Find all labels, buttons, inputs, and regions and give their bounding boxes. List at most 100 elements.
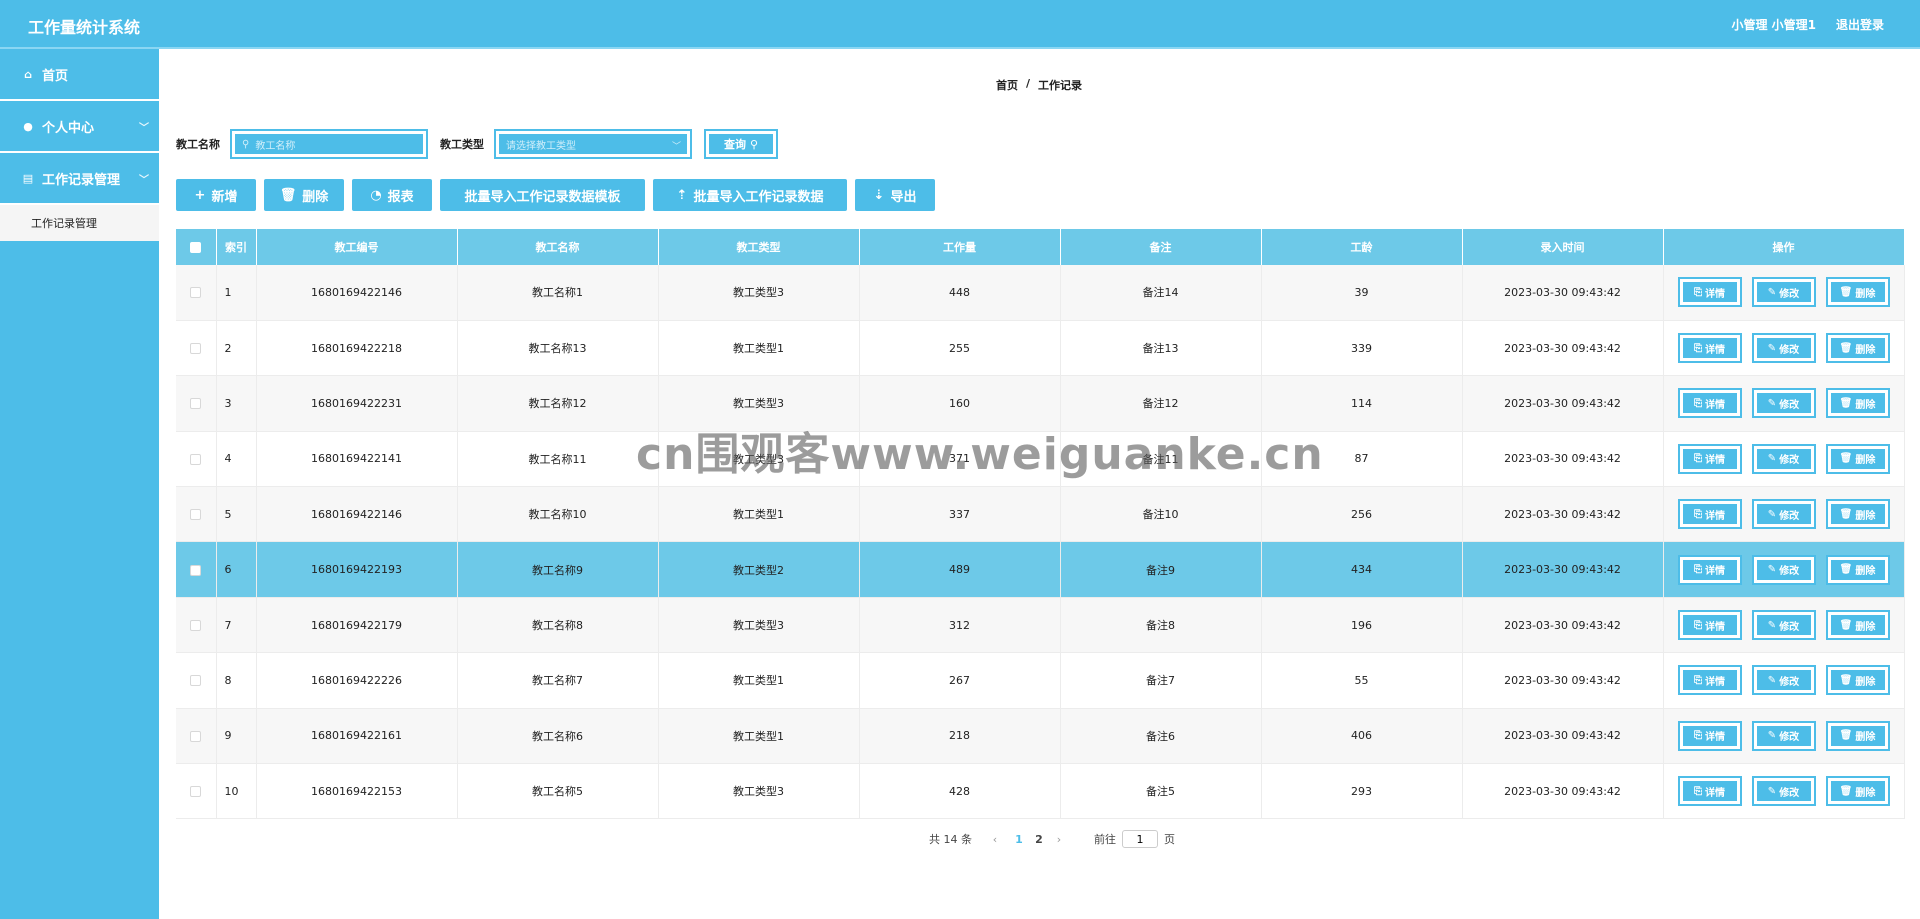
delete-row-button[interactable]: 🗑 删除 [1825, 499, 1890, 530]
delete-row-button[interactable]: 🗑 删除 [1825, 720, 1890, 751]
add-button[interactable]: + 新增 [176, 179, 256, 211]
row-select-cell[interactable] [176, 375, 217, 432]
detail-button[interactable]: ⎘ 详情 [1677, 554, 1742, 585]
sidebar-item-personal-center[interactable]: ● 个人中心 ﹀ [0, 101, 159, 153]
trash-icon: 🗑 [1839, 674, 1853, 686]
delete-row-button[interactable]: 🗑 删除 [1825, 333, 1890, 364]
table-cell: 218 [859, 708, 1061, 765]
detail-button[interactable]: ⎘ 详情 [1677, 720, 1742, 751]
detail-button[interactable]: ⎘ 详情 [1677, 277, 1742, 308]
table-row[interactable]: 4 1680169422141 教工名称11 教工类型3 371 备注11 87 2023-0… [176, 431, 1905, 488]
edit-button[interactable]: ✎ 修改 [1751, 388, 1816, 419]
chevron-down-icon: ﹀ [139, 175, 149, 186]
detail-icon: ⎘ [1694, 397, 1702, 409]
select-all-header[interactable] [176, 229, 217, 265]
table-cell: 1680169422161 [256, 708, 458, 765]
row-checkbox[interactable] [190, 786, 202, 798]
row-select-cell[interactable] [176, 320, 217, 377]
table-row[interactable]: 3 1680169422231 教工名称12 教工类型3 160 备注12 114 2023-… [176, 375, 1905, 432]
row-checkbox[interactable] [190, 620, 202, 632]
page-button[interactable]: 2 [1030, 833, 1048, 846]
table-row[interactable]: 7 1680169422179 教工名称8 教工类型3 312 备注8 196 2023-03… [176, 597, 1905, 654]
edit-button[interactable]: ✎ 修改 [1751, 277, 1816, 308]
table-row[interactable]: 10 1680169422153 教工名称5 教工类型3 428 备注5 293 2023-0… [176, 763, 1905, 820]
detail-button[interactable]: ⎘ 详情 [1677, 610, 1742, 641]
select-all-checkbox[interactable] [190, 242, 202, 253]
delete-row-button[interactable]: 🗑 删除 [1825, 443, 1890, 474]
row-checkbox[interactable] [190, 343, 202, 355]
row-select-cell[interactable] [176, 708, 217, 765]
table-cell: 备注6 [1060, 708, 1262, 765]
row-select-cell[interactable] [176, 652, 217, 709]
row-select-cell[interactable] [176, 431, 217, 488]
name-label: 教工名称 [176, 138, 220, 151]
type-select[interactable]: 请选择教工类型 ﹀ [494, 129, 692, 159]
delete-row-button[interactable]: 🗑 删除 [1825, 665, 1890, 696]
search-icon: ⚲ [749, 137, 759, 151]
goto-page-input[interactable] [1122, 830, 1158, 848]
detail-button[interactable]: ⎘ 详情 [1677, 665, 1742, 696]
edit-button[interactable]: ✎ 修改 [1751, 443, 1816, 474]
delete-button-label: 删除 [302, 189, 329, 205]
edit-button[interactable]: ✎ 修改 [1751, 665, 1816, 696]
row-checkbox[interactable] [190, 509, 202, 521]
table-row[interactable]: 2 1680169422218 教工名称13 教工类型1 255 备注13 339 2023-… [176, 320, 1905, 377]
query-button[interactable]: 查询 ⚲ [704, 129, 778, 159]
table-cell: 406 [1261, 708, 1463, 765]
table-row[interactable]: 6 1680169422193 教工名称9 教工类型2 489 备注9 434 2023-03… [176, 541, 1905, 598]
table-row[interactable]: 8 1680169422226 教工名称7 教工类型1 267 备注7 55 2023-03-… [176, 652, 1905, 709]
export-button[interactable]: ⇣ 导出 [855, 179, 935, 211]
detail-button[interactable]: ⎘ 详情 [1677, 388, 1742, 419]
edit-button[interactable]: ✎ 修改 [1751, 333, 1816, 364]
trash-icon: 🗑 [1839, 286, 1853, 298]
report-button[interactable]: ◔ 报表 [352, 179, 432, 211]
row-select-cell[interactable] [176, 265, 217, 321]
detail-button[interactable]: ⎘ 详情 [1677, 499, 1742, 530]
delete-row-button[interactable]: 🗑 删除 [1825, 277, 1890, 308]
trash-icon: 🗑 [1839, 564, 1853, 576]
table-row[interactable]: 1 1680169422146 教工名称1 教工类型3 448 备注14 39 2023-03… [176, 265, 1905, 321]
edit-button[interactable]: ✎ 修改 [1751, 610, 1816, 641]
delete-row-button[interactable]: 🗑 删除 [1825, 776, 1890, 807]
detail-button[interactable]: ⎘ 详情 [1677, 333, 1742, 364]
table-row[interactable]: 9 1680169422161 教工名称6 教工类型1 218 备注6 406 2023-03… [176, 708, 1905, 765]
row-select-cell[interactable] [176, 597, 217, 654]
delete-row-button[interactable]: 🗑 删除 [1825, 610, 1890, 641]
detail-button[interactable]: ⎘ 详情 [1677, 776, 1742, 807]
delete-label: 删除 [1855, 676, 1876, 688]
detail-button[interactable]: ⎘ 详情 [1677, 443, 1742, 474]
sidebar-item-home[interactable]: ⌂ 首页 [0, 49, 159, 101]
table-row[interactable]: 5 1680169422146 教工名称10 教工类型1 337 备注10 256 2023-… [176, 486, 1905, 543]
delete-label: 删除 [1855, 732, 1876, 744]
sidebar-item-work-records[interactable]: ▤ 工作记录管理 ﹀ [0, 153, 159, 205]
submenu-item-work-records[interactable]: 工作记录管理 [0, 205, 159, 241]
chevron-right-icon[interactable]: › [1050, 833, 1068, 846]
table-cell: 1680169422231 [256, 375, 458, 432]
edit-button[interactable]: ✎ 修改 [1751, 554, 1816, 585]
table-cell: 9 [216, 708, 257, 765]
breadcrumb-home[interactable]: 首页 [996, 77, 1018, 93]
row-select-cell[interactable] [176, 763, 217, 820]
row-select-cell[interactable] [176, 486, 217, 543]
row-checkbox[interactable] [190, 287, 202, 299]
table-cell: 教工类型3 [658, 763, 860, 820]
row-checkbox[interactable] [190, 564, 202, 576]
import-data-button[interactable]: ⇡ 批量导入工作记录数据 [653, 179, 847, 211]
chevron-left-icon[interactable]: ‹ [986, 833, 1004, 846]
name-search-input[interactable]: ⚲ 教工名称 [230, 129, 428, 159]
row-checkbox[interactable] [190, 453, 202, 465]
page-button[interactable]: 1 [1010, 833, 1028, 846]
edit-button[interactable]: ✎ 修改 [1751, 499, 1816, 530]
user-name[interactable]: 小管理 小管理1 [1731, 16, 1816, 33]
delete-button[interactable]: 🗑 删除 [264, 179, 344, 211]
row-checkbox[interactable] [190, 675, 202, 687]
edit-button[interactable]: ✎ 修改 [1751, 776, 1816, 807]
row-checkbox[interactable] [190, 398, 202, 410]
row-select-cell[interactable] [176, 541, 217, 598]
import-template-button[interactable]: 批量导入工作记录数据模板 [440, 179, 645, 211]
row-checkbox[interactable] [190, 730, 202, 742]
edit-button[interactable]: ✎ 修改 [1751, 720, 1816, 751]
logout-link[interactable]: 退出登录 [1836, 16, 1884, 33]
delete-row-button[interactable]: 🗑 删除 [1825, 554, 1890, 585]
delete-row-button[interactable]: 🗑 删除 [1825, 388, 1890, 419]
